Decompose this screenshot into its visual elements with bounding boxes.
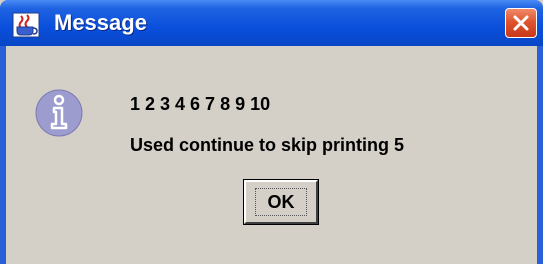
window-title: Message — [54, 10, 147, 35]
info-icon — [34, 88, 84, 138]
ok-button-label: OK — [255, 188, 307, 216]
message-numbers: 1 2 3 4 6 7 8 9 10 — [130, 94, 271, 114]
java-cup-icon — [12, 12, 40, 38]
message-dialog: Message 1 2 3 4 6 7 8 9 10 Used continue… — [0, 0, 543, 264]
title-bar[interactable]: Message — [0, 0, 543, 46]
ok-button[interactable]: OK — [243, 179, 319, 225]
close-icon — [513, 15, 529, 31]
message-text: Used continue to skip printing 5 — [130, 135, 405, 155]
dialog-content: 1 2 3 4 6 7 8 9 10 Used continue to skip… — [6, 46, 537, 264]
close-button[interactable] — [505, 8, 537, 38]
